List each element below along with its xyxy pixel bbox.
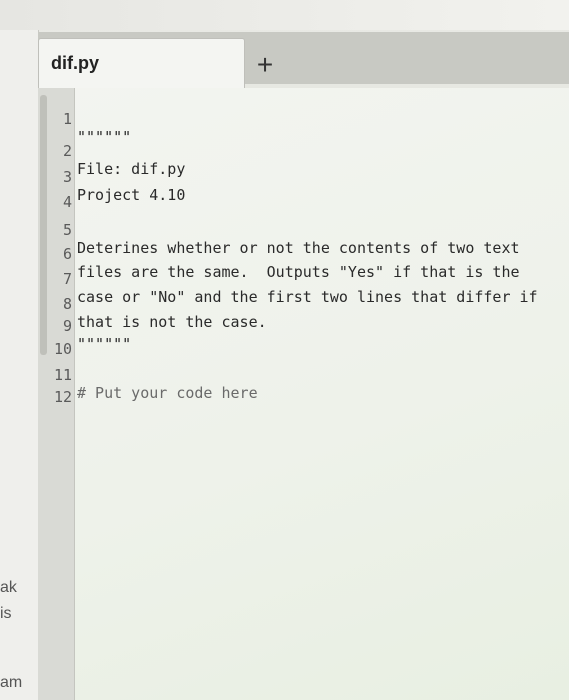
code-line: 1 """""" — [0, 92, 569, 146]
left-panel-text: is — [0, 605, 12, 622]
code-line: 8 that is not the case. — [0, 277, 569, 331]
line-number: 12 — [53, 388, 72, 406]
code-line: 11 # Put your code here — [0, 348, 569, 402]
code-line: 5 Deterines whether or not the contents … — [0, 203, 569, 257]
code-line: 3 Project 4.10 — [0, 150, 569, 204]
code-line: 7 case or "No" and the first two lines t… — [0, 252, 569, 306]
code-line: 9 """""" — [0, 299, 569, 353]
new-tab-button[interactable]: + — [250, 50, 280, 80]
left-panel-text: am — [0, 674, 23, 691]
left-panel-text: ak — [0, 579, 17, 596]
window-top-edge — [0, 0, 569, 30]
tab-dif-py[interactable]: dif.py — [38, 38, 245, 89]
code-line: 4 — [0, 175, 569, 211]
tab-title: dif.py — [51, 53, 99, 73]
code-line: 10 — [0, 322, 569, 358]
code-line: 12 — [0, 370, 569, 406]
code-line: 6 files are the same. Outputs "Yes" if t… — [0, 227, 569, 281]
code-line: 2 File: dif.py — [0, 124, 569, 178]
